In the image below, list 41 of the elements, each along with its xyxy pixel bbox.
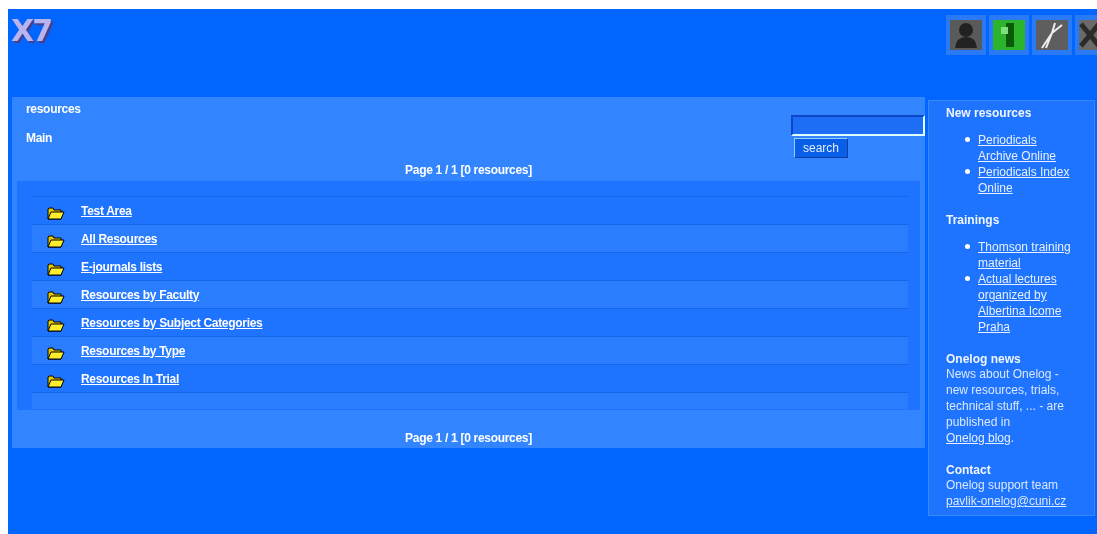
folder-link[interactable]: All Resources: [81, 231, 158, 246]
sidebar-heading: New resources: [946, 106, 1033, 120]
folder-link[interactable]: Resources by Type: [81, 343, 186, 358]
section-heading: Main: [26, 131, 54, 145]
email-link[interactable]: pavlik-onelog@cuni.cz: [946, 493, 1076, 509]
user-icon[interactable]: [946, 15, 986, 55]
search-field[interactable]: [791, 115, 925, 136]
bullet-icon: [965, 276, 970, 281]
sidebar-link[interactable]: Thomson training material: [978, 239, 1076, 271]
folder-icon: [47, 289, 65, 304]
folder-icon: [47, 373, 65, 388]
folder-link[interactable]: Resources In Trial: [81, 371, 179, 386]
folder-icon: [47, 345, 65, 360]
close-icon[interactable]: [1075, 15, 1097, 55]
sidebar-link[interactable]: Onelog blog: [946, 431, 1011, 445]
folder-link[interactable]: Resources by Faculty: [81, 287, 200, 302]
folder-icon: [47, 261, 65, 276]
sidebar-link[interactable]: Periodicals Index Online: [978, 164, 1076, 196]
folder-link[interactable]: Test Area: [81, 203, 132, 218]
folder-link[interactable]: E-journals lists: [81, 259, 163, 274]
folder-icon: [47, 205, 65, 220]
page-info: Page 1 / 1 [0 resources]: [405, 163, 532, 177]
page-info: Page 1 / 1 [0 resources]: [405, 431, 532, 445]
sidebar-text: Onelog support team: [946, 477, 1060, 493]
folder-link[interactable]: Resources by Subject Categories: [81, 315, 263, 330]
folder-icon: [47, 317, 65, 332]
folder-icon: [47, 233, 65, 248]
bullet-icon: [965, 137, 970, 142]
logo: X7: [11, 13, 51, 49]
sidebar-heading: Trainings: [946, 213, 1001, 227]
breadcrumb: resources: [26, 102, 81, 116]
bullet-icon: [965, 169, 970, 174]
pliers-icon[interactable]: [1032, 15, 1072, 55]
sidebar-link[interactable]: Periodicals Archive Online: [978, 132, 1076, 164]
search-button[interactable]: search: [794, 138, 849, 158]
sidebar-text: News about Onelog - new resources, trials, technical stuff, ... - are published in Onelog blog.: [946, 366, 1065, 446]
bullet-icon: [965, 244, 970, 249]
sidebar-heading: Contact: [946, 463, 992, 477]
sidebar-link[interactable]: Actual lectures organized by Albertina Icome Praha: [978, 271, 1076, 335]
sidebar-heading: Onelog news: [946, 352, 1022, 366]
device-icon[interactable]: [989, 15, 1029, 55]
